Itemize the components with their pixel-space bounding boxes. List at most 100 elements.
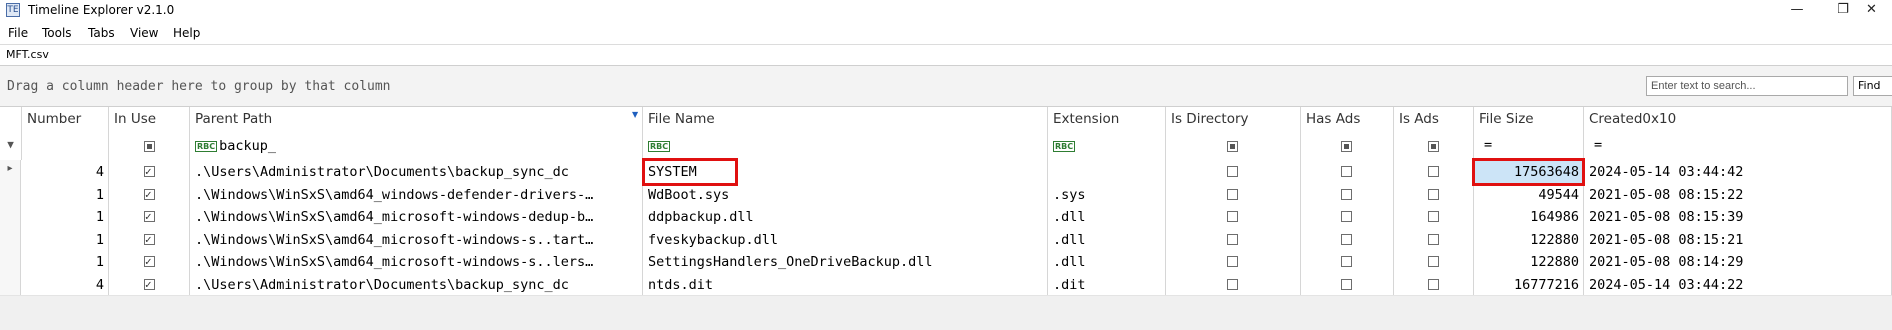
cell-is-ads[interactable] [1394, 205, 1474, 228]
cell-is-directory[interactable] [1166, 205, 1301, 228]
table-row[interactable]: 4 ✓ .\Users\Administrator\Documents\backup… [0, 272, 1892, 296]
cell-is-directory[interactable] [1166, 182, 1301, 205]
cell-file-name[interactable]: WdBoot.sys [643, 182, 1048, 205]
checkbox[interactable] [1428, 188, 1439, 200]
row-indicator[interactable] [0, 272, 21, 295]
minimize-button[interactable]: — [1774, 0, 1820, 22]
filter-is-ads[interactable] [1394, 134, 1474, 160]
filter-has-ads-checkbox[interactable] [1341, 141, 1352, 152]
menu-file[interactable]: File [8, 26, 28, 40]
cell-is-directory[interactable] [1166, 227, 1301, 250]
cell-parent-path[interactable]: .\Windows\WinSxS\amd64_windows-defender-… [190, 182, 643, 205]
cell-file-name[interactable]: fveskybackup.dll [643, 227, 1048, 250]
filter-number[interactable] [22, 134, 109, 160]
checkbox[interactable]: ✓ [144, 256, 155, 267]
cell-file-name[interactable]: ntds.dit [643, 272, 1048, 295]
row-indicator[interactable] [0, 205, 21, 228]
column-header-file-size[interactable]: File Size [1474, 107, 1584, 134]
cell-in-use[interactable]: ✓ [109, 160, 190, 183]
checkbox[interactable] [1227, 256, 1238, 267]
checkbox[interactable] [1227, 188, 1238, 200]
cell-file-name[interactable]: SYSTEM [643, 160, 1048, 183]
cell-in-use[interactable]: ✓ [109, 227, 190, 250]
menu-help[interactable]: Help [173, 26, 200, 40]
cell-in-use[interactable]: ✓ [109, 272, 190, 295]
cell-has-ads[interactable] [1301, 227, 1394, 250]
cell-file-size[interactable]: 16777216 [1474, 272, 1584, 295]
table-row[interactable]: 1 ✓ .\Windows\WinSxS\amd64_microsoft-windo… [0, 227, 1892, 251]
table-row[interactable]: 1 ✓ .\Windows\WinSxS\amd64_microsoft-windo… [0, 205, 1892, 229]
checkbox[interactable] [1341, 166, 1352, 177]
tab-mft-csv[interactable]: MFT.csv [6, 48, 49, 61]
column-header-extension[interactable]: Extension [1048, 107, 1166, 134]
checkbox[interactable] [1341, 211, 1352, 222]
row-indicator[interactable] [0, 250, 21, 273]
cell-parent-path[interactable]: .\Windows\WinSxS\amd64_microsoft-windows… [190, 227, 643, 250]
menu-tools[interactable]: Tools [42, 26, 72, 40]
cell-is-ads[interactable] [1394, 182, 1474, 205]
cell-created[interactable]: 2021-05-08 08:14:29 [1584, 250, 1892, 273]
column-header-parent-path[interactable]: Parent Path [190, 107, 643, 134]
cell-is-directory[interactable] [1166, 272, 1301, 295]
cell-number[interactable]: 1 [22, 227, 109, 250]
filter-applied-icon[interactable]: ▼ [632, 110, 638, 119]
checkbox[interactable] [1428, 278, 1439, 290]
filter-is-directory[interactable] [1166, 134, 1301, 160]
cell-has-ads[interactable] [1301, 160, 1394, 183]
filter-file-name[interactable]: RBC [643, 134, 1048, 160]
cell-extension[interactable]: .dll [1048, 205, 1166, 228]
cell-extension[interactable] [1048, 160, 1166, 183]
checkbox[interactable] [1428, 211, 1439, 222]
cell-is-directory[interactable] [1166, 250, 1301, 273]
checkbox[interactable] [1428, 166, 1439, 177]
cell-parent-path[interactable]: .\Windows\WinSxS\amd64_microsoft-windows… [190, 250, 643, 273]
filter-extension[interactable]: RBC [1048, 134, 1166, 160]
cell-file-name[interactable]: ddpbackup.dll [643, 205, 1048, 228]
filter-is-ads-checkbox[interactable] [1428, 141, 1439, 152]
cell-file-size[interactable]: 49544 [1474, 182, 1584, 205]
cell-extension[interactable]: .dll [1048, 250, 1166, 273]
checkbox[interactable]: ✓ [144, 166, 155, 177]
filter-in-use-checkbox[interactable] [144, 141, 155, 152]
cell-created[interactable]: 2021-05-08 08:15:22 [1584, 182, 1892, 205]
cell-created[interactable]: 2024-05-14 03:44:42 [1584, 160, 1892, 183]
cell-number[interactable]: 1 [22, 205, 109, 228]
checkbox[interactable] [1428, 233, 1439, 245]
cell-created[interactable]: 2021-05-08 08:15:39 [1584, 205, 1892, 228]
checkbox[interactable] [1341, 256, 1352, 267]
cell-is-ads[interactable] [1394, 227, 1474, 250]
search-input[interactable] [1646, 76, 1848, 96]
checkbox[interactable] [1341, 233, 1352, 245]
filter-parent-path[interactable]: RBC backup_ [190, 134, 643, 160]
column-header-is-directory[interactable]: Is Directory [1166, 107, 1301, 134]
cell-has-ads[interactable] [1301, 250, 1394, 273]
cell-is-directory[interactable] [1166, 160, 1301, 183]
table-row[interactable]: 1 ✓ .\Windows\WinSxS\amd64_windows-defende… [0, 182, 1892, 206]
cell-parent-path[interactable]: .\Users\Administrator\Documents\backup_s… [190, 272, 643, 295]
filter-in-use[interactable] [109, 134, 190, 160]
row-indicator[interactable]: ▸ [0, 160, 21, 183]
cell-number[interactable]: 4 [22, 160, 109, 183]
cell-file-size[interactable]: 122880 [1474, 227, 1584, 250]
checkbox[interactable] [1227, 166, 1238, 177]
selected-cell-file-size[interactable]: 17563648 [1474, 160, 1584, 183]
filter-is-directory-checkbox[interactable] [1227, 141, 1238, 152]
cell-created[interactable]: 2021-05-08 08:15:21 [1584, 227, 1892, 250]
close-button[interactable]: ✕ [1866, 0, 1892, 22]
cell-file-size[interactable]: 164986 [1474, 205, 1584, 228]
checkbox[interactable] [1227, 233, 1238, 245]
cell-has-ads[interactable] [1301, 272, 1394, 295]
menu-tabs[interactable]: Tabs [88, 26, 115, 40]
checkbox[interactable] [1227, 211, 1238, 222]
checkbox[interactable]: ✓ [144, 233, 155, 245]
cell-extension[interactable]: .dll [1048, 227, 1166, 250]
cell-parent-path[interactable]: .\Windows\WinSxS\amd64_microsoft-windows… [190, 205, 643, 228]
checkbox[interactable]: ✓ [144, 188, 155, 200]
table-row[interactable]: ▸ 4 ✓ .\Users\Administrator\Documents\backu… [0, 160, 1892, 184]
cell-has-ads[interactable] [1301, 205, 1394, 228]
cell-file-name[interactable]: SettingsHandlers_OneDriveBackup.dll [643, 250, 1048, 273]
checkbox[interactable] [1227, 278, 1238, 290]
column-header-number[interactable]: Number [22, 107, 109, 134]
checkbox[interactable]: ✓ [144, 278, 155, 290]
cell-in-use[interactable]: ✓ [109, 205, 190, 228]
